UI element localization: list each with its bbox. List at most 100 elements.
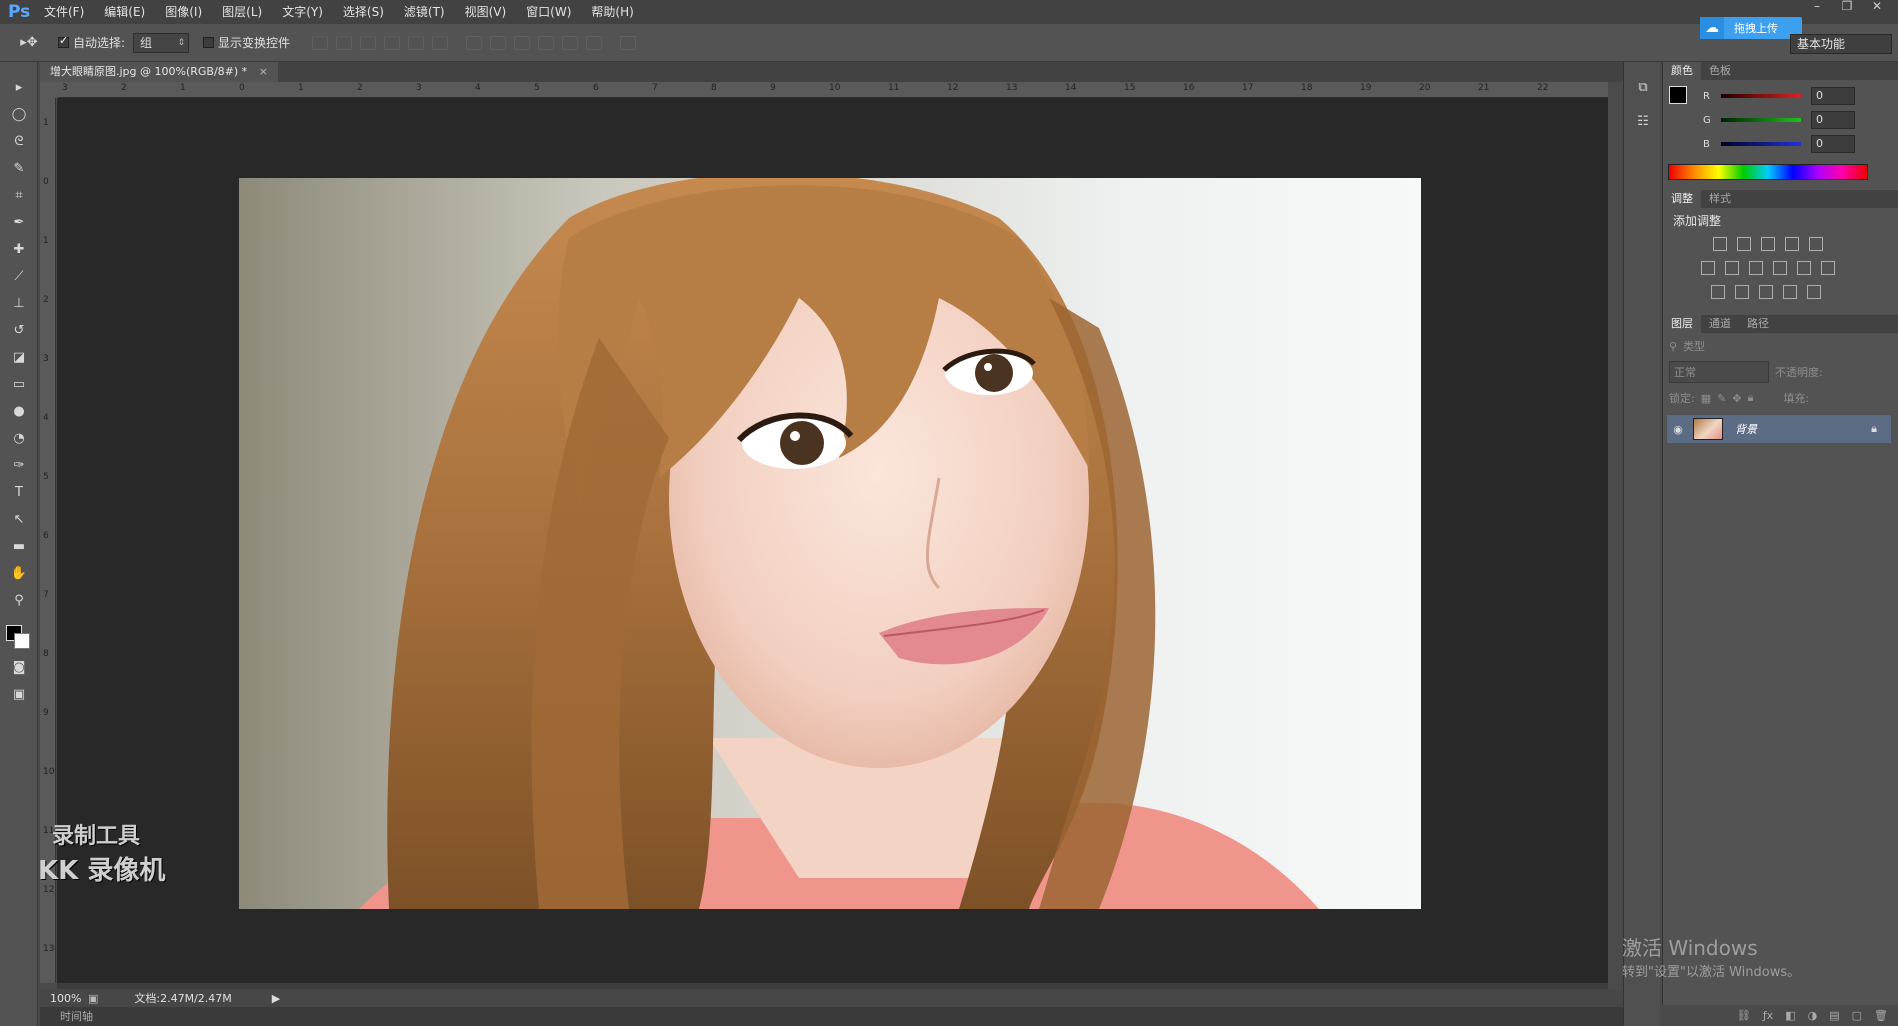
- threshold-icon[interactable]: [1759, 285, 1773, 299]
- background-color-swatch[interactable]: [14, 633, 30, 649]
- brush-tool-icon[interactable]: ⟋: [7, 265, 31, 289]
- menu-type[interactable]: 文字(Y): [272, 0, 333, 24]
- align-hcenter-icon[interactable]: [408, 35, 425, 50]
- shape-tool-icon[interactable]: ▬: [7, 535, 31, 559]
- layer-kind-filter[interactable]: 类型: [1683, 338, 1705, 354]
- visibility-eye-icon[interactable]: ◉: [1667, 423, 1689, 436]
- stamp-tool-icon[interactable]: ⊥: [7, 292, 31, 316]
- layer-style-icon[interactable]: ƒx: [1763, 1009, 1773, 1022]
- type-tool-icon[interactable]: T: [7, 481, 31, 505]
- healing-brush-tool-icon[interactable]: ✚: [7, 238, 31, 262]
- lock-position-icon[interactable]: ✥: [1732, 392, 1741, 405]
- align-vcenter-icon[interactable]: [336, 35, 353, 50]
- layer-row[interactable]: ◉ 背景 🔒︎: [1667, 415, 1891, 443]
- history-brush-tool-icon[interactable]: ↺: [7, 319, 31, 343]
- tab-swatches[interactable]: 色板: [1701, 62, 1739, 80]
- align-right-icon[interactable]: [432, 35, 449, 50]
- crop-tool-icon[interactable]: ⌗: [7, 184, 31, 208]
- zoom-level[interactable]: 100%: [40, 992, 88, 1005]
- quick-select-tool-icon[interactable]: ✎: [7, 157, 31, 181]
- show-transform-checkbox[interactable]: 显示变换控件: [203, 34, 290, 51]
- color-spectrum[interactable]: [1668, 164, 1868, 180]
- levels-icon[interactable]: [1737, 237, 1751, 251]
- distribute-vcenter-icon[interactable]: [490, 35, 507, 50]
- status-info-icon[interactable]: ▣: [88, 992, 98, 1005]
- menu-filter[interactable]: 滤镜(T): [394, 0, 455, 24]
- tab-color[interactable]: 颜色: [1663, 62, 1701, 80]
- restore-icon[interactable]: ❐: [1834, 0, 1860, 14]
- lock-all-icon[interactable]: 🔒︎: [1748, 391, 1754, 405]
- new-group-icon[interactable]: ▤: [1829, 1009, 1839, 1022]
- minimize-icon[interactable]: –: [1804, 0, 1830, 14]
- path-select-tool-icon[interactable]: ↖: [7, 508, 31, 532]
- portrait-photo[interactable]: [239, 178, 1421, 909]
- eraser-tool-icon[interactable]: ◪: [7, 346, 31, 370]
- close-icon[interactable]: ✕: [1864, 0, 1890, 14]
- menu-window[interactable]: 窗口(W): [516, 0, 581, 24]
- menu-edit[interactable]: 编辑(E): [94, 0, 155, 24]
- color-swatches[interactable]: [4, 619, 34, 653]
- move-tool-preset-icon[interactable]: ▸✥: [14, 31, 44, 55]
- eyedropper-tool-icon[interactable]: ✒: [7, 211, 31, 235]
- distribute-right-icon[interactable]: [586, 35, 603, 50]
- zoom-tool-icon[interactable]: ⚲: [7, 589, 31, 613]
- blue-slider[interactable]: [1721, 142, 1801, 146]
- auto-select-checkbox[interactable]: 自动选择:: [58, 34, 125, 51]
- hue-saturation-icon[interactable]: [1701, 261, 1715, 275]
- upload-button[interactable]: ☁ 拖拽上传: [1700, 17, 1802, 39]
- menu-image[interactable]: 图像(I): [155, 0, 212, 24]
- tab-styles[interactable]: 样式: [1701, 190, 1739, 208]
- lock-brush-icon[interactable]: ✎: [1717, 392, 1726, 405]
- color-balance-icon[interactable]: [1725, 261, 1739, 275]
- menu-help[interactable]: 帮助(H): [581, 0, 643, 24]
- gradient-map-icon[interactable]: [1807, 285, 1821, 299]
- exposure-icon[interactable]: [1785, 237, 1799, 251]
- pen-tool-icon[interactable]: ✑: [7, 454, 31, 478]
- layer-mask-icon[interactable]: ◧: [1785, 1009, 1795, 1022]
- channel-mixer-icon[interactable]: [1797, 261, 1811, 275]
- move-tool-icon[interactable]: ▸: [7, 76, 31, 100]
- black-white-icon[interactable]: [1749, 261, 1763, 275]
- tab-channels[interactable]: 通道: [1701, 315, 1739, 333]
- menu-layer[interactable]: 图层(L): [212, 0, 272, 24]
- status-menu-arrow-icon[interactable]: ▶: [272, 992, 280, 1005]
- link-layers-icon[interactable]: ⛓: [1737, 1009, 1751, 1022]
- blend-mode-dropdown[interactable]: 正常: [1669, 361, 1769, 383]
- selective-color-icon[interactable]: [1783, 285, 1797, 299]
- lock-pixels-icon[interactable]: ▦: [1701, 392, 1711, 405]
- brightness-icon[interactable]: [1713, 237, 1727, 251]
- workspace-dropdown[interactable]: 基本功能: [1790, 34, 1892, 54]
- document-tab[interactable]: 增大眼睛原图.jpg @ 100%(RGB/8#) * ×: [40, 62, 278, 82]
- tab-paths[interactable]: 路径: [1739, 315, 1777, 333]
- close-tab-icon[interactable]: ×: [259, 65, 268, 78]
- distribute-hcenter-icon[interactable]: [562, 35, 579, 50]
- new-layer-icon[interactable]: ▢: [1852, 1009, 1862, 1022]
- distribute-bottom-icon[interactable]: [514, 35, 531, 50]
- adjustment-layer-icon[interactable]: ◑: [1808, 1009, 1818, 1022]
- align-top-icon[interactable]: [312, 35, 329, 50]
- blur-tool-icon[interactable]: ●: [7, 400, 31, 424]
- history-panel-icon[interactable]: ⧉: [1631, 76, 1655, 100]
- menu-view[interactable]: 视图(V): [455, 0, 517, 24]
- lasso-tool-icon[interactable]: ᘓ: [7, 130, 31, 154]
- quick-mask-icon[interactable]: ◙: [7, 656, 31, 680]
- tab-layers[interactable]: 图层: [1663, 315, 1701, 333]
- hand-tool-icon[interactable]: ✋: [7, 562, 31, 586]
- auto-select-dropdown[interactable]: 组: [133, 32, 190, 53]
- vibrance-icon[interactable]: [1809, 237, 1823, 251]
- screen-mode-icon[interactable]: ▣: [7, 683, 31, 707]
- menu-file[interactable]: 文件(F): [34, 0, 94, 24]
- curves-icon[interactable]: [1761, 237, 1775, 251]
- distribute-left-icon[interactable]: [538, 35, 555, 50]
- invert-icon[interactable]: [1711, 285, 1725, 299]
- blue-value[interactable]: 0: [1811, 135, 1855, 153]
- marquee-tool-icon[interactable]: ◯: [7, 103, 31, 127]
- green-slider[interactable]: [1721, 118, 1801, 122]
- photo-filter-icon[interactable]: [1773, 261, 1787, 275]
- red-value[interactable]: 0: [1811, 87, 1855, 105]
- layer-name[interactable]: 背景: [1735, 421, 1757, 437]
- delete-layer-icon[interactable]: 🗑︎: [1874, 1009, 1888, 1022]
- green-value[interactable]: 0: [1811, 111, 1855, 129]
- vertical-scrollbar[interactable]: [1608, 82, 1623, 983]
- distribute-top-icon[interactable]: [466, 35, 483, 50]
